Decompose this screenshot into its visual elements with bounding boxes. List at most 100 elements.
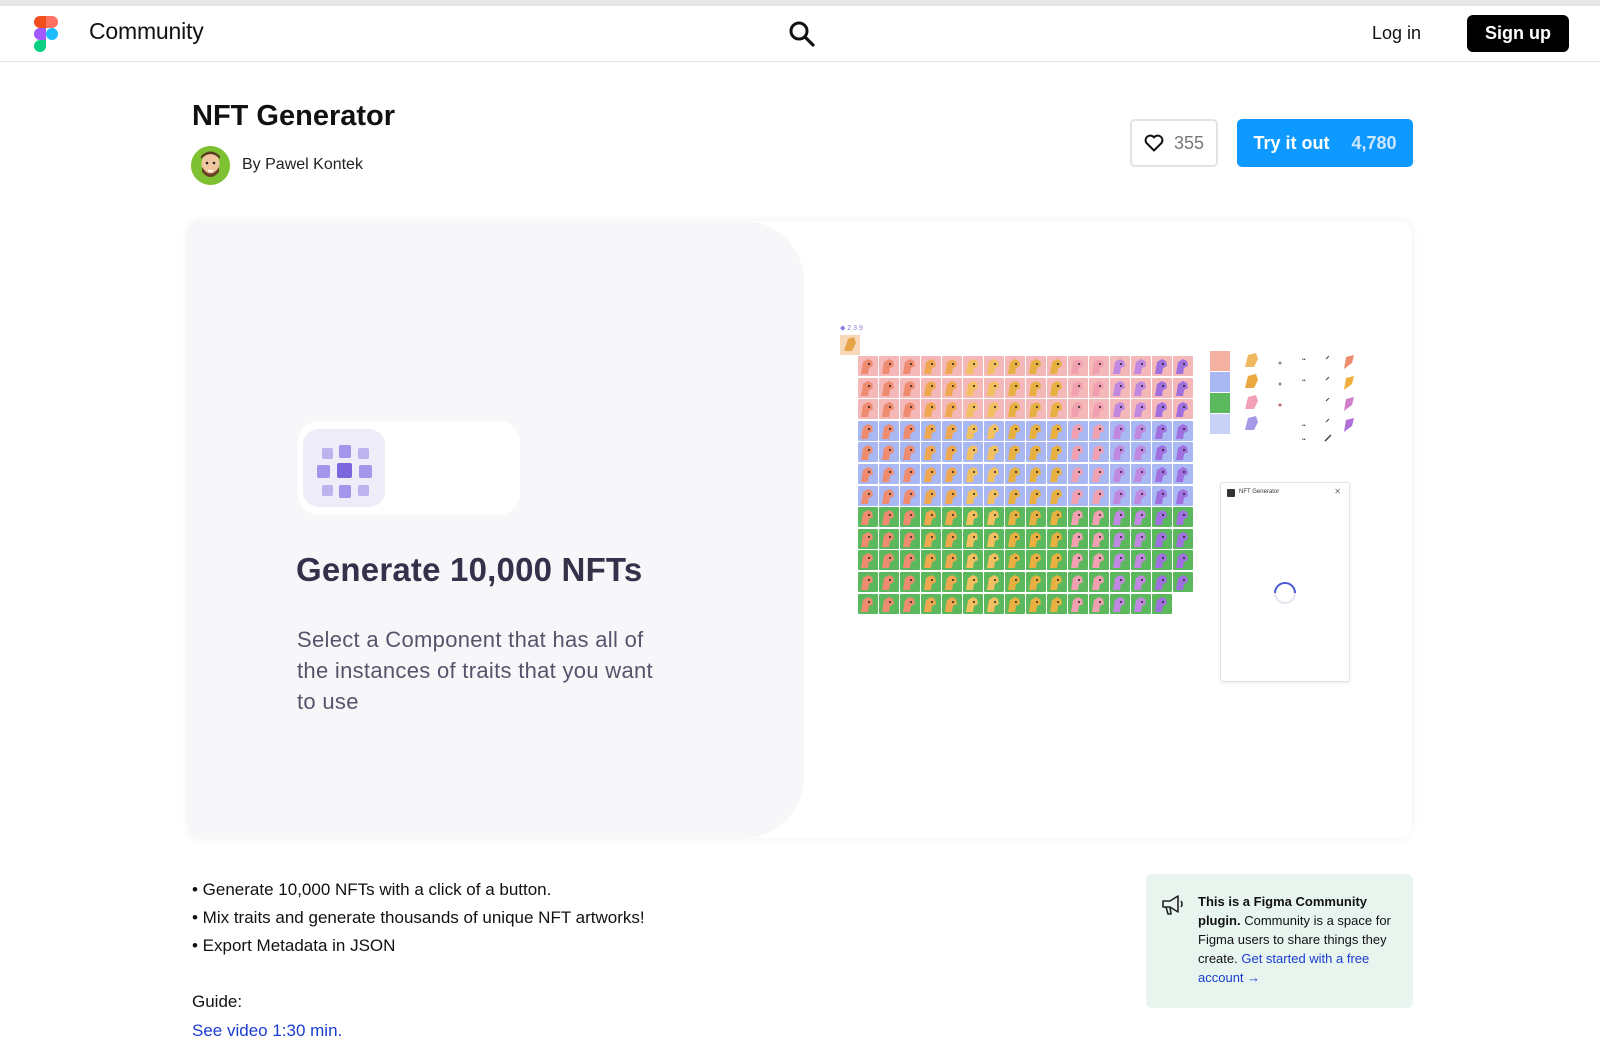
nft-thumbnail (963, 528, 983, 549)
nft-thumbnail (963, 571, 983, 592)
nft-thumbnail (942, 528, 962, 549)
nft-thumbnail (1026, 377, 1046, 398)
nft-thumbnail (1131, 442, 1151, 463)
nft-thumbnail (1110, 593, 1130, 614)
svg-text:••: •• (1302, 378, 1306, 384)
plugin-grid-icon (303, 429, 385, 507)
nft-thumbnail (1152, 571, 1172, 592)
nft-thumbnail (879, 463, 899, 484)
nft-thumbnail (1152, 485, 1172, 506)
nft-thumbnail (879, 356, 899, 376)
nft-thumbnail (1131, 485, 1151, 506)
nft-thumbnail (1110, 399, 1130, 420)
like-button[interactable]: 355 (1130, 119, 1218, 167)
nft-thumbnail (1131, 571, 1151, 592)
nft-thumbnail (900, 528, 920, 549)
hero-preview: Generate 10,000 NFTs Select a Component … (188, 221, 1412, 838)
nft-thumbnail (1131, 593, 1151, 614)
callout-text: This is a Figma Community plugin. Commun… (1198, 892, 1398, 987)
login-link[interactable]: Log in (1372, 23, 1421, 44)
nft-thumbnail (1089, 528, 1109, 549)
nft-thumbnail (858, 377, 878, 398)
nft-thumbnail (1152, 442, 1172, 463)
nft-thumbnail (1047, 593, 1067, 614)
author-name[interactable]: By Pawel Kontek (242, 156, 363, 174)
nft-thumbnail (963, 442, 983, 463)
nft-thumbnail (1005, 442, 1025, 463)
nft-thumbnail (1047, 550, 1067, 571)
nft-thumbnail (984, 463, 1004, 484)
single-nft-thumbnail: ◆ 2 3 9 (840, 325, 863, 355)
trait-columns: ◆ Ba.. ◆ Bo.. ◆ M.. ◆ Ey.. ◆ H.. ◆ Hair … (1210, 351, 1354, 443)
nft-thumbnail (963, 593, 983, 614)
nft-thumbnail (1173, 528, 1193, 549)
nft-thumbnail (1089, 442, 1109, 463)
nft-thumbnail (1026, 593, 1046, 614)
hero-left-panel: Generate 10,000 NFTs Select a Component … (188, 221, 804, 838)
nft-thumbnail (1173, 571, 1193, 592)
video-link[interactable]: See video 1:30 min. (192, 1021, 342, 1041)
nft-thumbnail (1173, 550, 1193, 571)
nft-thumbnail (984, 399, 1004, 420)
nft-thumbnail (984, 485, 1004, 506)
nft-thumbnail (1173, 399, 1193, 420)
nft-thumbnail (858, 485, 878, 506)
nft-thumbnail (1089, 571, 1109, 592)
community-brand[interactable]: Community (89, 18, 204, 45)
nft-thumbnail (963, 356, 983, 376)
nft-thumbnail (984, 593, 1004, 614)
nft-thumbnail (1005, 550, 1025, 571)
nft-thumbnail (1110, 463, 1130, 484)
nft-thumbnail (900, 593, 920, 614)
nft-thumbnail (1131, 356, 1151, 376)
nft-thumbnail (1005, 507, 1025, 528)
avatar[interactable] (191, 146, 230, 185)
nft-thumbnail (1005, 420, 1025, 441)
svg-text:••: •• (1302, 357, 1306, 363)
nft-thumbnail (1068, 399, 1088, 420)
nft-thumbnail (1068, 356, 1088, 376)
nft-thumbnail (1110, 377, 1130, 398)
nft-thumbnail (1152, 463, 1172, 484)
nft-thumbnail (1089, 507, 1109, 528)
nft-thumbnail (1173, 485, 1193, 506)
nft-thumbnail (963, 507, 983, 528)
nft-thumbnail (858, 442, 878, 463)
nft-thumbnail (1131, 377, 1151, 398)
nft-thumbnail (921, 356, 941, 376)
nft-thumbnail (858, 571, 878, 592)
nft-thumbnail (1089, 463, 1109, 484)
search-icon[interactable] (788, 20, 816, 48)
nft-thumbnail (963, 377, 983, 398)
nft-thumbnail (1047, 571, 1067, 592)
nft-thumbnail (942, 420, 962, 441)
nft-thumbnail (1131, 507, 1151, 528)
nft-thumbnail (984, 507, 1004, 528)
try-it-out-button[interactable]: Try it out 4,780 (1237, 119, 1413, 167)
signup-button[interactable]: Sign up (1467, 15, 1569, 52)
nft-thumbnail (984, 420, 1004, 441)
nft-thumbnail (858, 528, 878, 549)
nft-thumbnail (1005, 463, 1025, 484)
nft-thumbnail (879, 571, 899, 592)
nft-thumbnail (1110, 528, 1130, 549)
hero-subtitle: Select a Component that has all of the i… (297, 627, 653, 714)
avatar-face-icon (191, 146, 230, 185)
nft-thumbnail (1026, 356, 1046, 376)
nft-thumbnail (1026, 485, 1046, 506)
nft-thumbnail (1089, 399, 1109, 420)
nft-thumbnail (858, 463, 878, 484)
nft-thumbnail (1068, 442, 1088, 463)
nft-thumbnail (1047, 463, 1067, 484)
nft-thumbnail (858, 593, 878, 614)
nft-thumbnail (1131, 550, 1151, 571)
figma-logo-icon[interactable] (34, 16, 58, 52)
nft-thumbnail (900, 571, 920, 592)
nft-thumbnail (963, 550, 983, 571)
nft-thumbnail (921, 593, 941, 614)
nft-thumbnail (1131, 399, 1151, 420)
nft-thumbnail (1152, 356, 1172, 376)
nft-thumbnail (879, 507, 899, 528)
nft-thumbnail (1173, 420, 1193, 441)
megaphone-icon (1162, 895, 1183, 915)
